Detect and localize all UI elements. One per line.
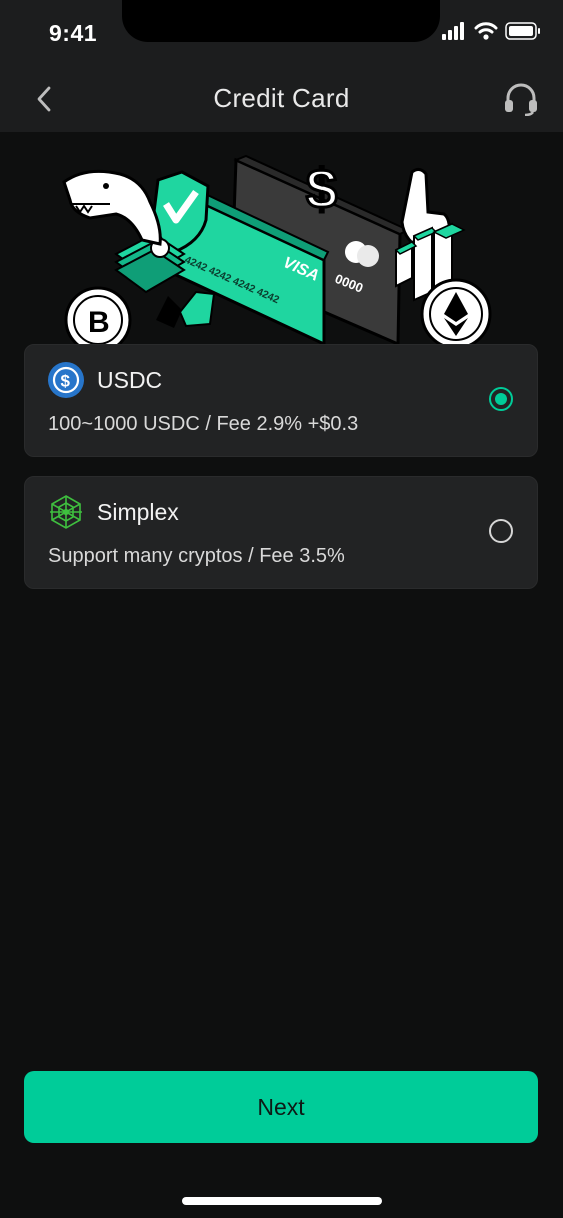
svg-text:B: B xyxy=(88,306,110,339)
radio-dot xyxy=(495,393,507,405)
nav-bar: Credit Card xyxy=(0,66,563,132)
ethereum-coin-icon xyxy=(420,278,492,344)
option-description: Support many cryptos / Fee 3.5% xyxy=(48,545,345,567)
radio-unselected[interactable] xyxy=(489,519,513,543)
payment-option-simplex[interactable]: Simplex Support many cryptos / Fee 3.5% xyxy=(24,476,538,589)
hero-artwork: 0000 VISA 4242 4242 4242 4242 B $ xyxy=(62,154,492,344)
wifi-icon xyxy=(474,22,498,40)
gem-icon xyxy=(156,290,216,328)
usdc-icon: $ xyxy=(48,362,84,398)
option-name: Simplex xyxy=(97,499,179,525)
option-description: 100~1000 USDC / Fee 2.9% +$0.3 xyxy=(48,413,359,435)
svg-text:$: $ xyxy=(61,372,71,391)
status-time: 9:41 xyxy=(49,20,98,46)
next-button[interactable]: Next xyxy=(24,1071,538,1143)
bitcoin-coin-icon: B xyxy=(64,286,132,344)
status-bar: 9:41 xyxy=(0,0,563,66)
hero-illustration: 0000 VISA 4242 4242 4242 4242 B $ xyxy=(50,142,510,344)
headset-icon xyxy=(505,83,537,116)
simplex-icon xyxy=(50,495,82,529)
signal-icon xyxy=(442,22,464,40)
radio-selected[interactable] xyxy=(489,387,513,411)
support-button[interactable] xyxy=(501,79,541,119)
device-notch xyxy=(122,0,440,42)
home-indicator xyxy=(182,1197,382,1205)
status-icons xyxy=(441,22,541,40)
battery-icon xyxy=(505,22,540,40)
option-name: USDC xyxy=(97,367,163,393)
svg-text:$: $ xyxy=(306,157,337,220)
page-title: Credit Card xyxy=(213,83,350,113)
payment-option-usdc[interactable]: $ USDC 100~1000 USDC / Fee 2.9% +$0.3 xyxy=(24,344,538,457)
dollar-sign-icon: $ xyxy=(305,156,339,222)
dinosaur-mascot-icon xyxy=(62,169,162,246)
